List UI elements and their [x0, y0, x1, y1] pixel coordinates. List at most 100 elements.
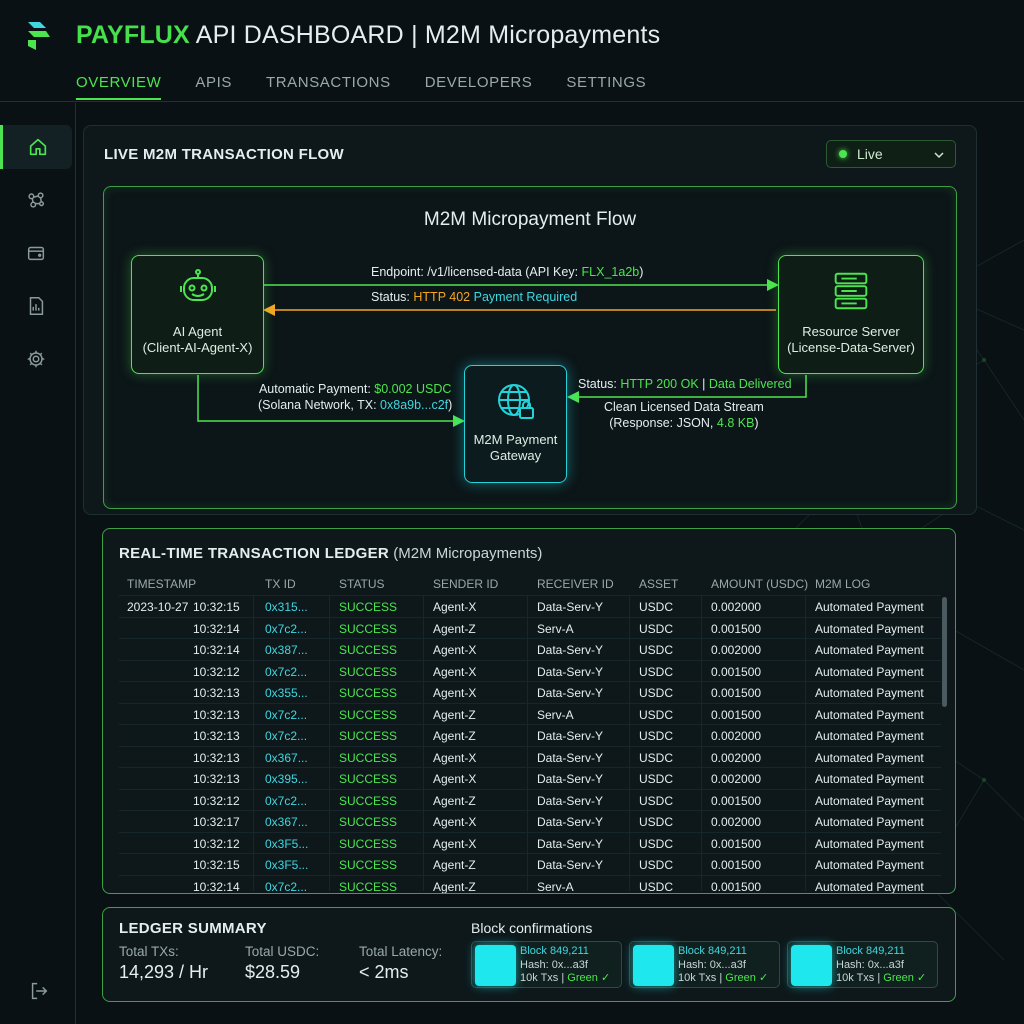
brand-name: PAYFLUX: [76, 21, 190, 49]
col-timestamp[interactable]: TIMESTAMP: [127, 577, 239, 591]
cell-log: Automated Payment: [815, 750, 924, 765]
col-asset[interactable]: ASSET: [639, 577, 678, 591]
block-card[interactable]: Block 849,211 Hash: 0x...a3f 10k Txs | Gre…: [471, 941, 622, 988]
payment-gateway-node[interactable]: M2M Payment Gateway: [464, 365, 567, 483]
cell-sender: Agent-Z: [433, 879, 476, 894]
gateway-name-line1: M2M Payment: [473, 432, 558, 447]
table-row[interactable]: 10:32:13 0x7c2... SUCCESS Agent-Z Data-Serv-…: [119, 724, 941, 746]
cell-sender: Agent-X: [433, 600, 477, 614]
cell-sender: Agent-Z: [433, 729, 476, 743]
table-row[interactable]: 10:32:14 0x387... SUCCESS Agent-X Data-Serv-…: [119, 638, 941, 660]
cell-tx-id: 0x7c2...: [265, 793, 308, 808]
network-icon: [28, 192, 45, 208]
cell-sender: Agent-X: [433, 664, 477, 679]
block-number: Block 849,211: [520, 945, 589, 957]
cell-asset: USDC: [639, 686, 674, 700]
status200-label: Status: HTTP 200 OK | Data Delivered: [578, 377, 792, 391]
cell-tx-id: 0x315...: [265, 600, 308, 614]
cell-amount: 0.002000: [711, 729, 762, 743]
cell-amount: 0.002000: [711, 750, 762, 765]
top-header: PAYFLUX API DASHBOARD | M2M Micropayment…: [0, 0, 1024, 102]
cell-log: Automated Payment: [815, 664, 924, 679]
cell-log: Automated Payment: [815, 707, 924, 722]
payflux-logo-icon: [28, 22, 50, 50]
table-row[interactable]: 10:32:15 0x3F5... SUCCESS Agent-Z Data-Serv-…: [119, 853, 941, 875]
col-amount[interactable]: AMOUNT (USDC): [711, 577, 808, 591]
cell-sender: Agent-X: [433, 750, 477, 765]
cell-receiver: Data-Serv-Y: [537, 686, 604, 700]
col-receiver[interactable]: RECEIVER ID: [537, 577, 614, 591]
cell-status: SUCCESS: [339, 879, 398, 894]
sidebar-item-settings[interactable]: [0, 337, 72, 381]
sidebar-item-reports[interactable]: [0, 284, 72, 328]
table-row[interactable]: 10:32:14 0x7c2... SUCCESS Agent-Z Serv-A USDC…: [119, 616, 941, 639]
sidebar-item-network[interactable]: [0, 178, 72, 222]
cell-log: Automated Payment: [815, 793, 924, 808]
cell-log: Automated Payment: [815, 815, 924, 829]
ledger-body: 2023-10-27 10:32:15 0x315... SUCCESS Agent-X…: [119, 595, 941, 894]
page-title: PAYFLUX API DASHBOARD | M2M Micropayment…: [76, 21, 660, 50]
tab-settings[interactable]: SETTINGS: [566, 74, 646, 100]
cell-sender: Agent-Z: [433, 707, 476, 722]
cell-receiver: Data-Serv-Y: [537, 858, 604, 872]
ledger-header-row: TIMESTAMP TX ID STATUS SENDER ID RECEIVE…: [119, 573, 941, 595]
cell-log: Automated Payment: [815, 621, 924, 636]
block-confirmations-title: Block confirmations: [471, 920, 593, 936]
cell-asset: USDC: [639, 621, 674, 636]
table-row[interactable]: 10:32:13 0x395... SUCCESS Agent-X Data-Serv-…: [119, 767, 941, 789]
cell-status: SUCCESS: [339, 621, 398, 636]
server-name: Resource Server: [802, 324, 900, 339]
cell-receiver: Serv-A: [537, 879, 574, 894]
block-status: 10k Txs | Green ✓: [678, 972, 768, 986]
report-icon: [29, 297, 44, 315]
table-row[interactable]: 10:32:13 0x367... SUCCESS Agent-X Data-Serv-…: [119, 745, 941, 768]
col-status[interactable]: STATUS: [339, 577, 385, 591]
cell-sender: Agent-X: [433, 836, 477, 851]
cell-receiver: Data-Serv-Y: [537, 836, 604, 851]
col-tx-id[interactable]: TX ID: [265, 577, 296, 591]
cell-amount: 0.001500: [711, 664, 762, 679]
gear-icon: [27, 350, 45, 368]
table-row[interactable]: 10:32:12 0x7c2... SUCCESS Agent-Z Data-Serv-…: [119, 788, 941, 811]
ai-agent-node[interactable]: AI Agent (Client-AI-Agent-X): [131, 255, 264, 374]
live-status-select[interactable]: Live: [826, 140, 956, 168]
block-card[interactable]: Block 849,211 Hash: 0x...a3f 10k Txs | Gre…: [629, 941, 780, 988]
cell-amount: 0.001500: [711, 858, 762, 872]
cell-status: SUCCESS: [339, 815, 398, 829]
cell-receiver: Data-Serv-Y: [537, 772, 604, 786]
resource-server-node[interactable]: Resource Server (License-Data-Server): [778, 255, 924, 374]
cell-tx-id: 0x3F5...: [265, 836, 309, 851]
sidebar-item-home[interactable]: [0, 125, 72, 169]
cell-sender: Agent-Z: [433, 621, 476, 636]
table-row[interactable]: 2023-10-27 10:32:15 0x315... SUCCESS Agent-X…: [119, 595, 941, 617]
tab-transactions[interactable]: TRANSACTIONS: [266, 74, 391, 100]
cell-log: Automated Payment: [815, 772, 924, 786]
cell-asset: USDC: [639, 815, 674, 829]
table-row[interactable]: 10:32:14 0x7c2... SUCCESS Agent-Z Serv-A USDC…: [119, 874, 941, 894]
block-indicator-square: [475, 945, 516, 986]
table-row[interactable]: 10:32:12 0x3F5... SUCCESS Agent-X Data-Serv-…: [119, 831, 941, 854]
col-m2m-log[interactable]: M2M LOG: [815, 577, 870, 591]
logout-icon[interactable]: [28, 980, 50, 1002]
block-card[interactable]: Block 849,211 Hash: 0x...a3f 10k Txs | Gre…: [787, 941, 938, 988]
tab-overview[interactable]: OVERVIEW: [76, 74, 162, 100]
check-icon: ✓: [600, 972, 611, 984]
cell-receiver: Data-Serv-Y: [537, 729, 604, 743]
table-row[interactable]: 10:32:13 0x355... SUCCESS Agent-X Data-Serv-…: [119, 681, 941, 703]
cell-amount: 0.001500: [711, 793, 762, 808]
col-sender[interactable]: SENDER ID: [433, 577, 498, 591]
table-row[interactable]: 10:32:13 0x7c2... SUCCESS Agent-Z Serv-A USDC…: [119, 702, 941, 725]
cell-sender: Agent-Z: [433, 858, 476, 872]
tab-developers[interactable]: DEVELOPERS: [425, 74, 533, 100]
cell-status: SUCCESS: [339, 664, 398, 679]
cell-receiver: Serv-A: [537, 621, 574, 636]
cell-asset: USDC: [639, 750, 674, 765]
cell-tx-id: 0x367...: [265, 815, 308, 829]
table-row[interactable]: 10:32:12 0x7c2... SUCCESS Agent-X Data-Serv-…: [119, 659, 941, 682]
table-row[interactable]: 10:32:17 0x367... SUCCESS Agent-X Data-Serv-…: [119, 810, 941, 832]
block-status: 10k Txs | Green ✓: [836, 972, 926, 986]
ledger-scrollbar[interactable]: [942, 597, 947, 707]
tab-apis[interactable]: APIS: [195, 74, 232, 100]
check-icon: ✓: [758, 972, 769, 984]
sidebar-item-wallet[interactable]: [0, 231, 72, 275]
